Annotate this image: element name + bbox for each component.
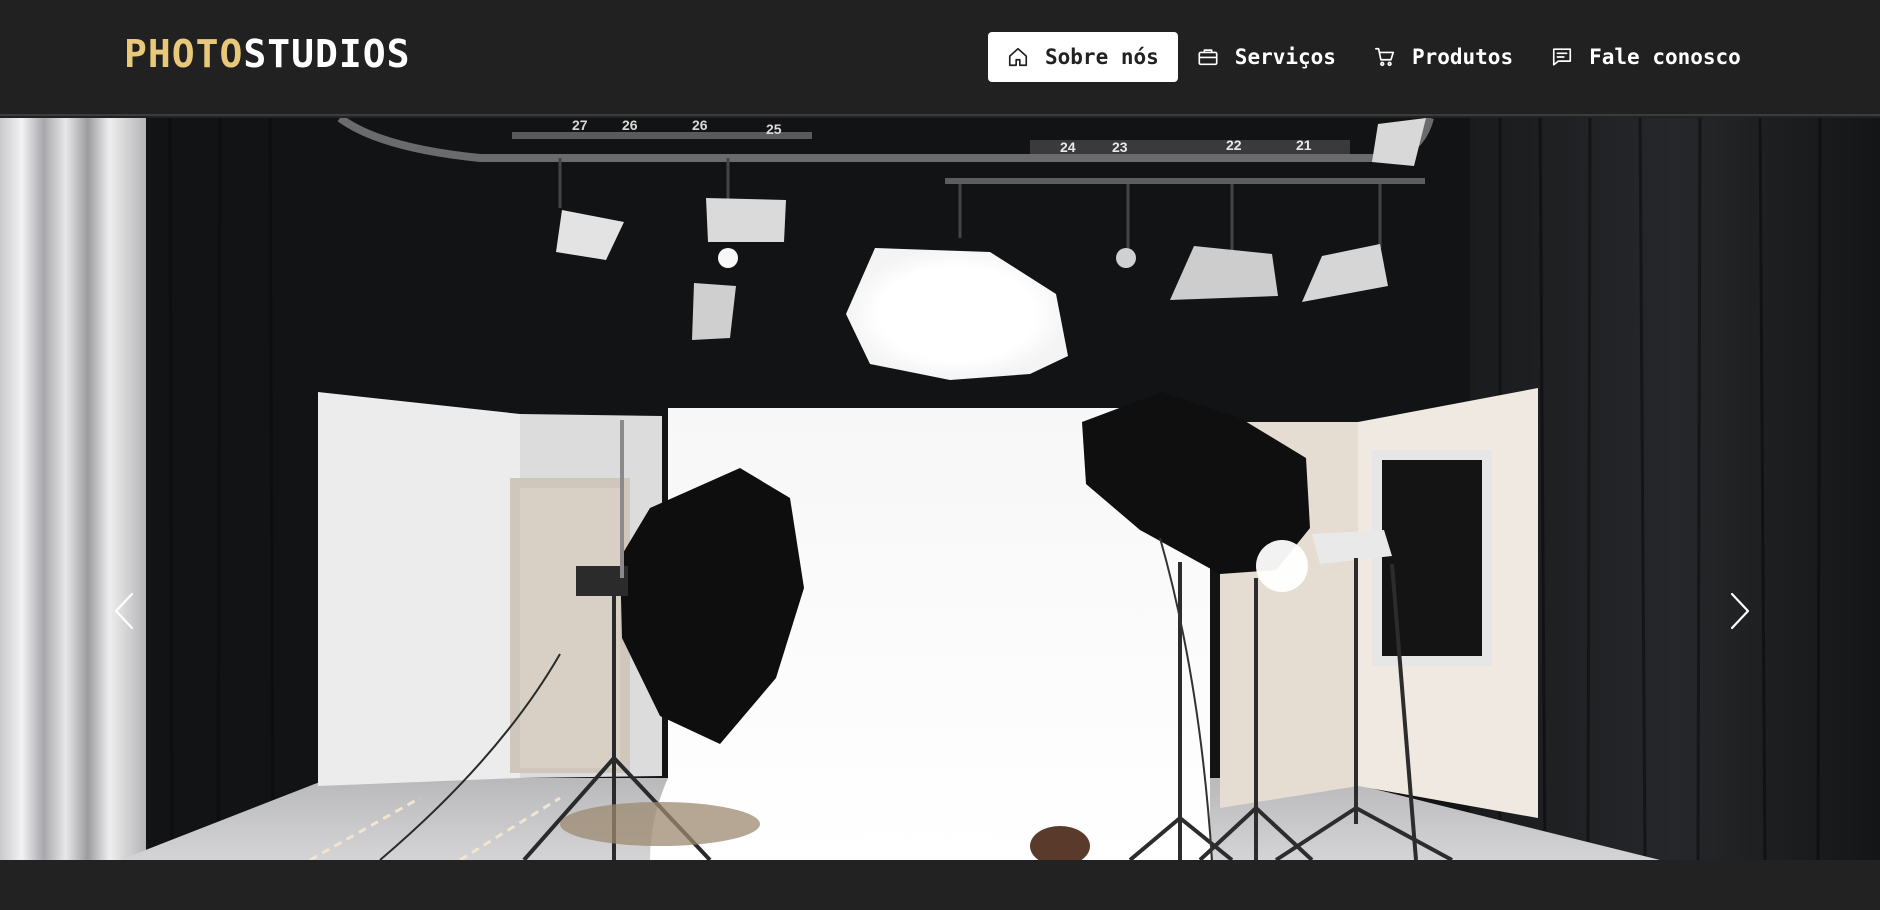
carousel-indicators [866,831,990,834]
nav-item-servicos[interactable]: Serviços [1178,32,1355,82]
brand-part-studios: STUDIOS [243,32,411,76]
chat-icon [1553,48,1572,66]
brand-logo[interactable]: PHOTOSTUDIOS [124,32,411,76]
navbar: PHOTOSTUDIOS Sobre nós Serviços Produtos [0,0,1880,116]
nav-label: Sobre nós [1045,45,1159,69]
carousel-indicator-3[interactable] [954,831,990,834]
rail-number: 22 [1226,137,1242,153]
briefcase-icon [1198,49,1218,66]
main-nav: Sobre nós Serviços Produtos Fale conosco [988,32,1760,82]
nav-item-fale-conosco[interactable]: Fale conosco [1532,32,1760,82]
carousel-indicator-2[interactable] [910,831,946,834]
nav-label: Produtos [1411,45,1514,69]
brand-part-photo: PHOTO [124,32,244,76]
carousel-next-button[interactable] [1720,586,1760,636]
nav-item-sobre-nos[interactable]: Sobre nós [988,32,1178,82]
rail-number: 26 [622,118,638,133]
nav-label: Serviços [1234,45,1336,69]
chevron-left-icon [114,592,134,630]
carousel-indicator-1[interactable] [866,831,902,834]
hero-carousel: 27 26 26 25 24 23 22 21 [0,118,1880,860]
rail-number: 25 [766,121,782,137]
cart-icon [1374,47,1395,67]
rail-number: 27 [572,118,588,133]
rail-number: 24 [1060,139,1076,155]
rail-number: 26 [692,118,708,133]
page-bottom-area [0,860,1880,910]
rail-number: 23 [1112,139,1128,155]
carousel-prev-button[interactable] [104,586,144,636]
rail-number: 21 [1296,137,1312,153]
nav-item-produtos[interactable]: Produtos [1355,32,1532,82]
nav-label: Fale conosco [1589,45,1741,69]
studio-photo: 27 26 26 25 24 23 22 21 [0,118,1880,860]
home-icon [1008,47,1028,67]
chevron-right-icon [1730,592,1750,630]
